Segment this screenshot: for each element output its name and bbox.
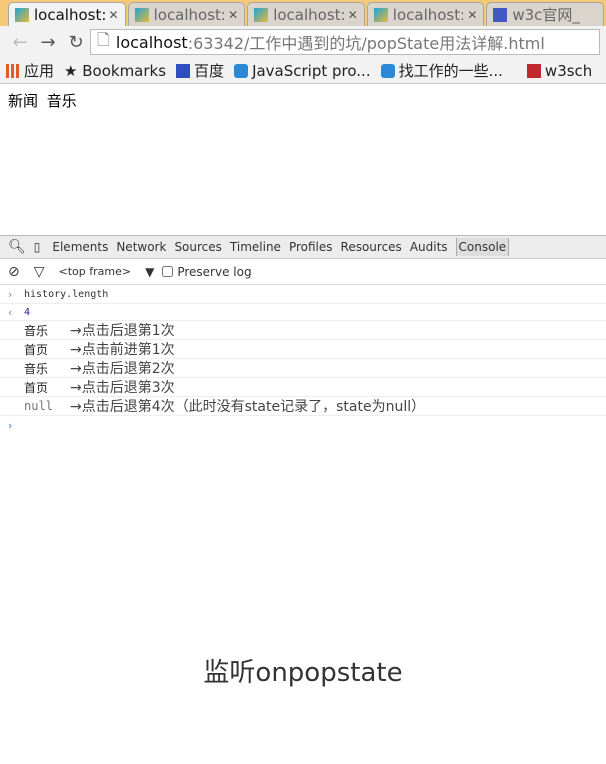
link-music[interactable]: 音乐: [47, 92, 77, 110]
tab-strip: localhost: ✕ localhost: ✕ localhost: ✕ loca…: [0, 0, 606, 26]
tab-resources[interactable]: Resources: [341, 240, 402, 254]
console-input-row: › history.length: [0, 285, 606, 304]
page-content: 新闻 音乐: [0, 84, 606, 235]
device-icon[interactable]: ▯: [34, 240, 41, 254]
browser-tab[interactable]: localhost: ✕: [366, 2, 485, 26]
w3-icon: [526, 63, 541, 78]
prompt-icon: ›: [8, 419, 13, 432]
address-bar[interactable]: 🗋 localhost:63342/工作中遇到的坑/popState用法详解.ht…: [90, 29, 600, 55]
browser-tab[interactable]: localhost: ✕: [247, 2, 365, 26]
link-news[interactable]: 新闻: [8, 92, 38, 110]
tab-elements[interactable]: Elements: [52, 240, 108, 254]
tab-audits[interactable]: Audits: [410, 240, 448, 254]
console-log-row: 音乐 →点击后退第1次: [0, 321, 606, 340]
bookmark-w3school[interactable]: w3sch: [526, 62, 592, 80]
browser-tab[interactable]: localhost: ✕: [127, 2, 246, 26]
close-icon[interactable]: ✕: [467, 8, 477, 22]
console-output: › history.length ‹ 4 音乐 →点击后退第1次 首页 →点击前进第1次…: [0, 285, 606, 435]
back-button[interactable]: ←: [6, 32, 34, 53]
browser-tab[interactable]: w3c官网_: [486, 2, 604, 26]
folder-icon: [254, 7, 269, 22]
tab-profiles[interactable]: Profiles: [289, 240, 333, 254]
folder-icon: [15, 7, 29, 22]
site-icon: [380, 64, 395, 78]
tab-console[interactable]: Console: [455, 238, 510, 256]
apps-icon: [6, 64, 20, 78]
console-log-row: 首页 →点击后退第3次: [0, 378, 606, 397]
filter-icon[interactable]: ▽: [34, 264, 45, 280]
star-icon: ★: [64, 61, 83, 80]
browser-tab[interactable]: localhost: ✕: [8, 2, 126, 26]
devtools-tabs: 🔍︎ ▯ Elements Network Sources Timeline P…: [0, 235, 606, 259]
console-log-row: null →点击后退第4次（此时没有state记录了，state为null）: [0, 397, 606, 416]
bookmark-bookmarks[interactable]: ★ Bookmarks: [64, 62, 166, 80]
close-icon[interactable]: ✕: [109, 8, 119, 22]
bookmark-apps[interactable]: 应用: [6, 60, 54, 81]
console-result-row: ‹ 4: [0, 304, 606, 321]
folder-icon: [134, 7, 149, 22]
paw-icon: [176, 64, 191, 78]
console-prompt[interactable]: ›: [0, 416, 606, 435]
reload-button[interactable]: ↻: [62, 32, 90, 53]
forward-button[interactable]: →: [34, 32, 62, 53]
console-log-row: 音乐 →点击后退第2次: [0, 359, 606, 378]
preserve-log-checkbox[interactable]: [162, 266, 174, 277]
search-icon[interactable]: 🔍︎: [8, 239, 26, 255]
console-log-row: 首页 →点击前进第1次: [0, 340, 606, 359]
close-icon[interactable]: ✕: [348, 8, 358, 22]
toolbar: ← → ↻ 🗋 localhost:63342/工作中遇到的坑/popState用…: [0, 26, 606, 58]
tab-sources[interactable]: Sources: [174, 240, 221, 254]
bookmark-javascript[interactable]: JavaScript pro...: [234, 62, 371, 80]
site-icon: [234, 63, 249, 78]
clear-icon[interactable]: ⊘: [8, 264, 20, 280]
close-icon[interactable]: ✕: [228, 8, 238, 22]
prompt-icon: ›: [8, 287, 13, 301]
frame-select[interactable]: <top frame>: [59, 265, 132, 278]
bookmarks-bar: 应用 ★ Bookmarks 百度 JavaScript pro... 找工作的…: [0, 58, 606, 84]
result-icon: ‹: [8, 305, 13, 319]
tab-timeline[interactable]: Timeline: [230, 240, 281, 254]
folder-icon: [373, 7, 388, 22]
page-icon: 🗋: [97, 29, 110, 49]
bookmark-jobs[interactable]: 找工作的一些...: [380, 60, 503, 81]
paw-icon: [493, 7, 508, 22]
console-toolbar: ⊘ ▽ <top frame> ▼ Preserve log: [0, 259, 606, 285]
preserve-log-label: Preserve log: [177, 264, 252, 279]
tab-network[interactable]: Network: [116, 240, 166, 254]
dropdown-icon[interactable]: ▼: [145, 265, 154, 279]
caption: 监听onpopstate: [203, 658, 403, 688]
bookmark-baidu[interactable]: 百度: [176, 60, 224, 81]
